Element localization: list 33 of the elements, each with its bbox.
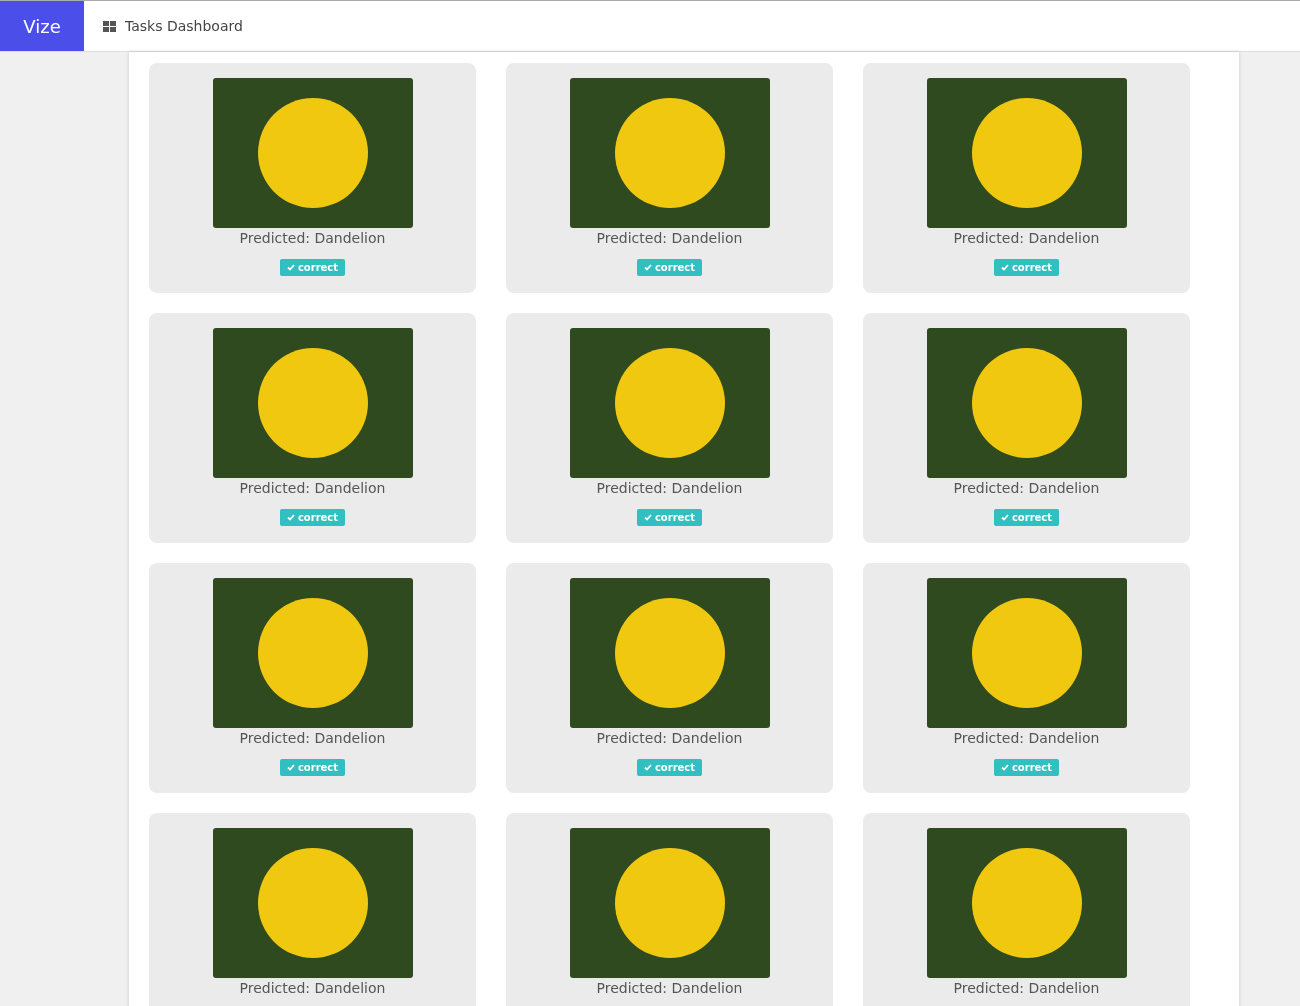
- status-badge: correct: [993, 759, 1060, 776]
- check-icon: [286, 764, 295, 771]
- check-icon: [286, 514, 295, 521]
- prediction-caption: Predicted: Dandelion: [953, 730, 1100, 746]
- check-icon: [643, 264, 652, 271]
- status-badge: correct: [636, 259, 703, 276]
- prediction-caption: Predicted: Dandelion: [239, 480, 386, 496]
- status-badge: correct: [279, 509, 346, 526]
- status-badge: correct: [636, 759, 703, 776]
- prediction-caption: Predicted: Dandelion: [953, 980, 1100, 996]
- status-badge: correct: [993, 509, 1060, 526]
- grid-icon: [103, 20, 116, 32]
- prediction-caption: Predicted: Dandelion: [596, 980, 743, 996]
- check-icon: [643, 514, 652, 521]
- prediction-caption: Predicted: Dandelion: [239, 730, 386, 746]
- status-badge: correct: [636, 509, 703, 526]
- check-icon: [1000, 514, 1009, 521]
- check-icon: [1000, 264, 1009, 271]
- prediction-caption: Predicted: Dandelion: [953, 480, 1100, 496]
- prediction-caption: Predicted: Dandelion: [239, 230, 386, 246]
- status-badge: correct: [279, 759, 346, 776]
- prediction-caption: Predicted: Dandelion: [239, 980, 386, 996]
- prediction-caption: Predicted: Dandelion: [596, 230, 743, 246]
- check-icon: [643, 764, 652, 771]
- nav-link[interactable]: Tasks Dashboard: [103, 1, 243, 51]
- check-icon: [1000, 764, 1009, 771]
- check-icon: [286, 264, 295, 271]
- prediction-caption: Predicted: Dandelion: [596, 730, 743, 746]
- prediction-caption: Predicted: Dandelion: [596, 480, 743, 496]
- status-badge: correct: [279, 259, 346, 276]
- prediction-caption: Predicted: Dandelion: [953, 230, 1100, 246]
- brand-logo[interactable]: Vize: [0, 1, 84, 51]
- status-badge: correct: [993, 259, 1060, 276]
